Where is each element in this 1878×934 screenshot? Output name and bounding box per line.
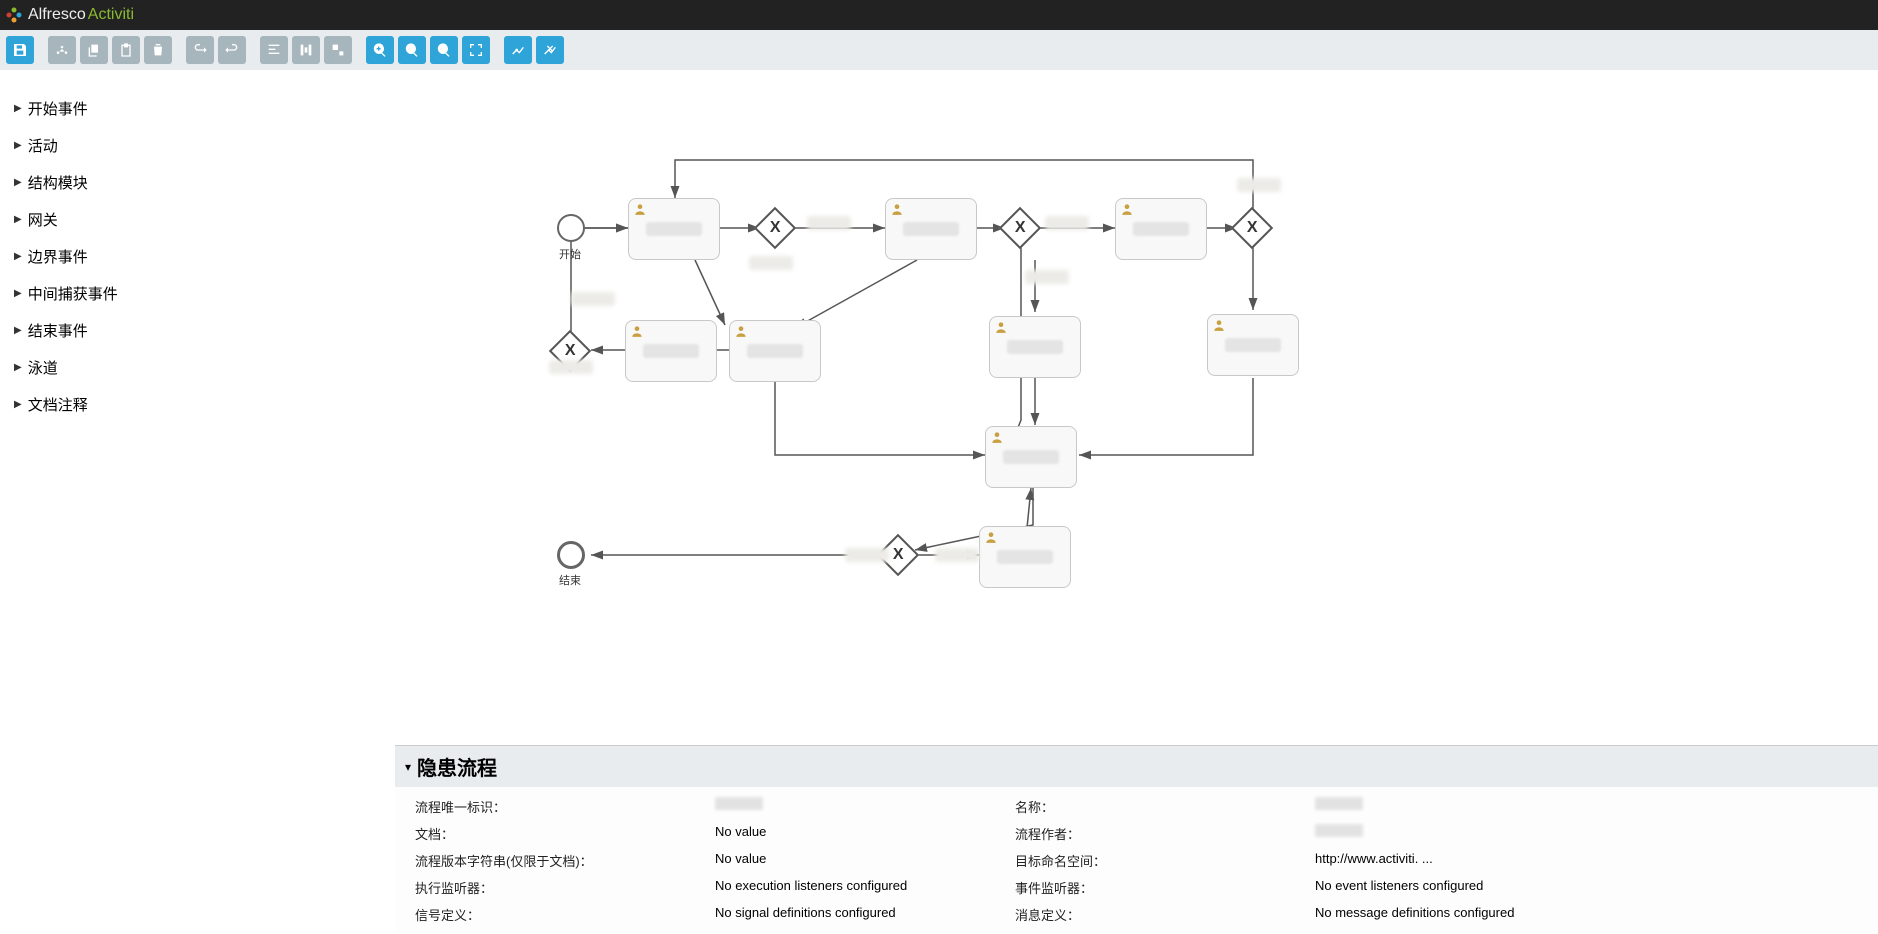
brand-activiti: Activiti (88, 6, 134, 24)
sidebar-item-artifacts[interactable]: 文档注释 (10, 386, 385, 423)
end-event-label: 结束 (559, 572, 581, 588)
properties-title: 隐患流程 (417, 752, 497, 781)
bendpoint-add-button[interactable] (504, 36, 532, 64)
user-task-3[interactable] (1115, 198, 1207, 260)
user-icon (994, 320, 1008, 334)
user-icon (633, 202, 647, 216)
prop-value[interactable]: http://www.activiti. ... (1315, 851, 1605, 870)
user-task-9[interactable] (979, 526, 1071, 588)
prop-label: 事件监听器： (1015, 878, 1305, 897)
prop-value[interactable]: No value (715, 851, 1005, 870)
sidebar-item-boundary-events[interactable]: 边界事件 (10, 238, 385, 275)
copy-button[interactable] (80, 36, 108, 64)
prop-value[interactable]: No signal definitions configured (715, 905, 1005, 924)
sidebar-item-swimlanes[interactable]: 泳道 (10, 349, 385, 386)
alfresco-logo-icon (4, 5, 24, 25)
sidebar-item-structural[interactable]: 结构模块 (10, 164, 385, 201)
app-header: Alfresco Activiti (0, 0, 1878, 30)
prop-value[interactable] (1315, 797, 1605, 816)
canvas-area: 开始 结束 X X X X X (395, 70, 1878, 934)
brand-alfresco: Alfresco (28, 6, 86, 24)
properties-grid: 流程唯一标识： 名称： 文档： No value 流程作者： 流程版本字符串(仅… (395, 787, 1878, 934)
prop-value[interactable]: No execution listeners configured (715, 878, 1005, 897)
user-icon (990, 430, 1004, 444)
prop-label: 消息定义： (1015, 905, 1305, 924)
redo-button[interactable] (186, 36, 214, 64)
user-task-2[interactable] (885, 198, 977, 260)
prop-label: 流程版本字符串(仅限于文档)： (415, 851, 705, 870)
sidebar-item-label: 网关 (28, 209, 58, 230)
user-task-6[interactable] (985, 426, 1077, 488)
prop-label: 执行监听器： (415, 878, 705, 897)
user-task-4[interactable] (625, 320, 717, 382)
sidebar-item-label: 泳道 (28, 357, 58, 378)
sidebar-item-label: 活动 (28, 135, 58, 156)
user-icon (734, 324, 748, 338)
prop-value[interactable]: No message definitions configured (1315, 905, 1605, 924)
diagram-canvas[interactable]: 开始 结束 X X X X X (395, 70, 1878, 745)
prop-label: 目标命名空间： (1015, 851, 1305, 870)
properties-panel: 隐患流程 流程唯一标识： 名称： 文档： No value 流程作者： 流程版本… (395, 745, 1878, 934)
prop-value[interactable]: No value (715, 824, 1005, 843)
sidebar-item-start-events[interactable]: 开始事件 (10, 90, 385, 127)
user-icon (1212, 318, 1226, 332)
zoom-reset-button[interactable] (430, 36, 458, 64)
prop-value[interactable] (1315, 824, 1605, 843)
end-event[interactable] (557, 541, 585, 569)
prop-value[interactable]: No event listeners configured (1315, 878, 1605, 897)
size-button[interactable] (324, 36, 352, 64)
sidebar-item-catch-events[interactable]: 中间捕获事件 (10, 275, 385, 312)
cut-button[interactable] (48, 36, 76, 64)
prop-label: 文档： (415, 824, 705, 843)
align-button[interactable] (260, 36, 288, 64)
sidebar-item-label: 文档注释 (28, 394, 88, 415)
paste-button[interactable] (112, 36, 140, 64)
sidebar-item-gateways[interactable]: 网关 (10, 201, 385, 238)
user-task-1[interactable] (628, 198, 720, 260)
user-icon (1120, 202, 1134, 216)
undo-button[interactable] (218, 36, 246, 64)
user-icon (984, 530, 998, 544)
user-task-5[interactable] (729, 320, 821, 382)
prop-label: 信号定义： (415, 905, 705, 924)
sidebar-item-label: 边界事件 (28, 246, 88, 267)
zoom-fit-button[interactable] (462, 36, 490, 64)
delete-button[interactable] (144, 36, 172, 64)
properties-header[interactable]: 隐患流程 (395, 746, 1878, 787)
sidebar-item-label: 中间捕获事件 (28, 283, 118, 304)
user-task-8[interactable] (1207, 314, 1299, 376)
zoom-out-button[interactable] (398, 36, 426, 64)
user-icon (630, 324, 644, 338)
distribute-button[interactable] (292, 36, 320, 64)
prop-label: 流程唯一标识： (415, 797, 705, 816)
prop-label: 名称： (1015, 797, 1305, 816)
save-button[interactable] (6, 36, 34, 64)
sidebar-item-label: 开始事件 (28, 98, 88, 119)
prop-value[interactable] (715, 797, 1005, 816)
flow-edges (395, 70, 1878, 650)
sidebar-item-activities[interactable]: 活动 (10, 127, 385, 164)
toolbar (0, 30, 1878, 70)
zoom-in-button[interactable] (366, 36, 394, 64)
user-icon (890, 202, 904, 216)
sidebar-item-end-events[interactable]: 结束事件 (10, 312, 385, 349)
start-event-label: 开始 (559, 246, 581, 262)
sidebar-item-label: 结束事件 (28, 320, 88, 341)
prop-label: 流程作者： (1015, 824, 1305, 843)
start-event[interactable] (557, 214, 585, 242)
sidebar-item-label: 结构模块 (28, 172, 88, 193)
bendpoint-remove-button[interactable] (536, 36, 564, 64)
palette-sidebar: 开始事件 活动 结构模块 网关 边界事件 中间捕获事件 结束事件 泳道 文档注释 (0, 70, 395, 934)
user-task-7[interactable] (989, 316, 1081, 378)
